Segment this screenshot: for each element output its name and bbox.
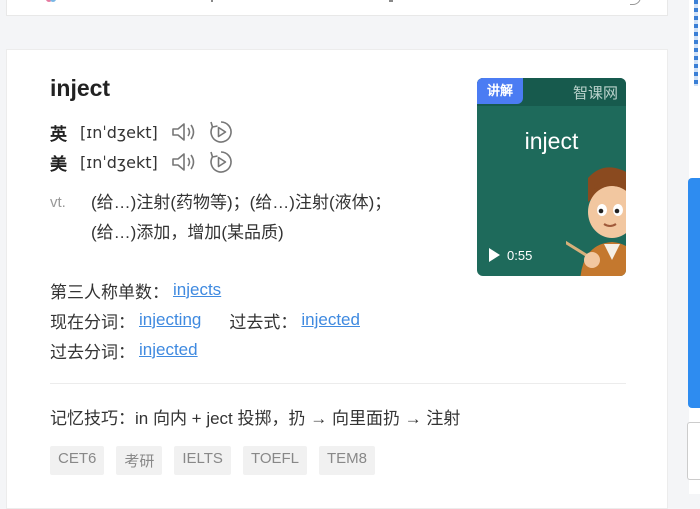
definition-line: (给…)注射(药物等)；(给…)注射(液体)； <box>91 193 392 212</box>
video-brand: 智课网 <box>572 85 618 102</box>
side-floating-button[interactable] <box>688 178 700 408</box>
present-participle-link[interactable]: injecting <box>139 310 201 330</box>
video-word: inject <box>524 128 579 154</box>
phonetic: [ɪnˈdʒekt] <box>80 152 158 172</box>
definition-line: (给…)添加，增加(某品质) <box>91 223 284 242</box>
third-person-link[interactable]: injects <box>173 280 221 300</box>
exam-tag[interactable]: TOEFL <box>242 446 308 475</box>
side-floating-box[interactable] <box>687 422 700 480</box>
form-label: 过去分词： <box>50 342 135 362</box>
region-label: 英 <box>50 124 67 144</box>
exam-tag[interactable]: TEM8 <box>319 446 376 475</box>
truncated-glyph <box>630 0 641 5</box>
exam-tags: CET6 考研 IELTS TOEFL TEM8 <box>50 446 376 475</box>
form-label: 过去式： <box>229 312 298 332</box>
replay-icon[interactable] <box>208 119 234 145</box>
dictionary-card: inject 英 [ɪnˈdʒekt] 美 [ɪnˈdʒekt] vt. (给…… <box>6 49 668 509</box>
truncated-glyph <box>389 0 393 2</box>
replay-icon[interactable] <box>208 149 234 175</box>
phonetic: [ɪnˈdʒekt] <box>80 122 158 142</box>
word-forms-row: 现在分词： injecting 过去式： injected <box>50 308 388 332</box>
past-tense-link[interactable]: injected <box>301 310 360 330</box>
side-widget-strip[interactable] <box>694 0 698 86</box>
video-badge: 讲解 <box>477 78 524 104</box>
truncated-glyph <box>211 0 213 2</box>
exam-tag[interactable]: 考研 <box>116 446 163 475</box>
speaker-icon[interactable] <box>170 120 198 144</box>
play-icon[interactable] <box>487 247 501 263</box>
region-label: 美 <box>50 154 67 174</box>
teacher-illustration <box>566 167 626 276</box>
word-forms-row: 第三人称单数： injects <box>50 278 249 302</box>
speaker-icon[interactable] <box>170 150 198 174</box>
video-thumbnail[interactable]: 讲解 智课网 inject 0:55 <box>477 78 626 276</box>
memory-tip: 记忆技巧：in 向内 + ject 投掷，扔 → 向里面扔 → 注射 <box>50 409 461 428</box>
definition: (给…)注射(药物等)；(给…)注射(液体)； (给…)添加，增加(某品质) <box>91 188 451 248</box>
divider <box>50 383 626 384</box>
past-participle-link[interactable]: injected <box>139 340 198 360</box>
form-label: 现在分词： <box>50 312 135 332</box>
video-play-control[interactable]: 0:55 <box>487 247 532 263</box>
exam-tag[interactable]: IELTS <box>174 446 231 475</box>
previous-result-card <box>6 0 668 16</box>
exam-tag[interactable]: CET6 <box>50 446 105 475</box>
form-label: 第三人称单数： <box>50 282 169 302</box>
part-of-speech: vt. <box>50 194 66 211</box>
video-duration: 0:55 <box>507 247 533 263</box>
word-forms-row: 过去分词： injected <box>50 338 226 362</box>
pronunciation-us: 美 [ɪnˈdʒekt] <box>50 150 244 174</box>
pronunciation-uk: 英 [ɪnˈdʒekt] <box>50 120 244 144</box>
favicon-icon <box>46 0 56 2</box>
headword: inject <box>50 75 111 101</box>
